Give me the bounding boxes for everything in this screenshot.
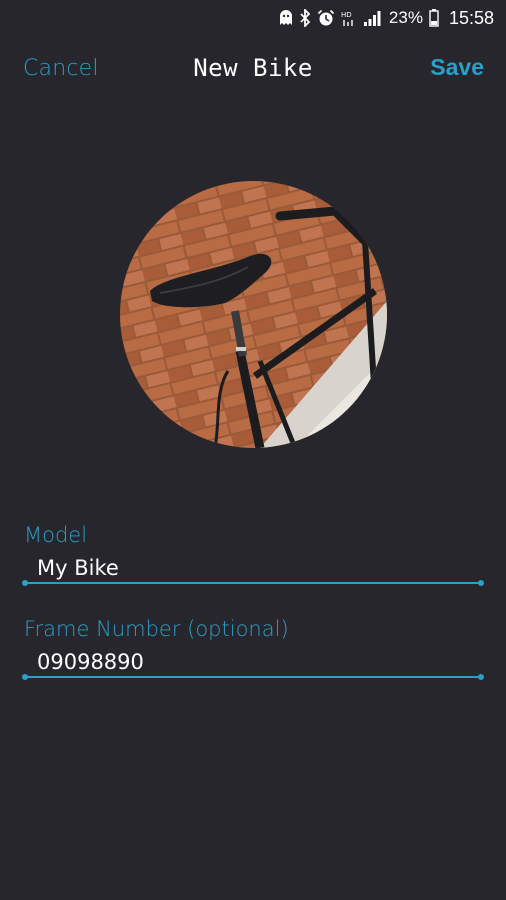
model-input[interactable] xyxy=(24,554,482,582)
bike-photo[interactable] xyxy=(120,181,387,448)
frame-number-field: Frame Number (optional) xyxy=(22,616,484,680)
model-underline-right-dot xyxy=(478,580,484,586)
ghost-notification-icon xyxy=(279,8,293,28)
bluetooth-icon xyxy=(299,8,311,28)
model-field: Model xyxy=(22,522,484,586)
model-underline-left-dot xyxy=(22,580,28,586)
battery-icon xyxy=(429,8,439,28)
hd-voice-icon: HD xyxy=(341,8,357,28)
status-clock: 15:58 xyxy=(448,7,494,28)
alarm-icon xyxy=(317,8,335,28)
frame-number-underline xyxy=(22,674,484,680)
status-bar: HD 23% 15:58 xyxy=(0,0,506,36)
save-button[interactable]: Save xyxy=(430,54,484,81)
bike-photo-image xyxy=(120,181,387,448)
model-underline xyxy=(22,580,484,586)
svg-text:HD: HD xyxy=(341,11,352,19)
model-label: Model xyxy=(24,523,88,547)
frame-number-label: Frame Number (optional) xyxy=(24,617,289,641)
frame-number-underline-left-dot xyxy=(22,674,28,680)
frame-number-underline-right-dot xyxy=(478,674,484,680)
frame-number-input[interactable] xyxy=(24,648,482,676)
battery-percent: 23% xyxy=(388,8,423,27)
signal-icon xyxy=(363,8,381,28)
app-bar: Cancel New Bike Save xyxy=(0,48,506,92)
